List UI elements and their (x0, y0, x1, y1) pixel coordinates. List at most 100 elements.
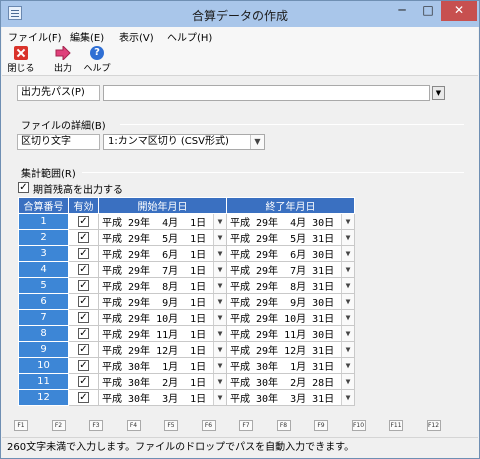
row-number-cell[interactable]: 3 (18, 245, 69, 262)
enabled-checkbox[interactable]: ✓ (78, 263, 89, 275)
chevron-down-icon: ▼ (341, 342, 354, 357)
row-number-cell[interactable]: 11 (18, 373, 69, 390)
window: 合算データの作成 ─ □ ✕ ファイル(F) 編集(E) 表示(V) ヘルプ(H… (0, 0, 480, 459)
end-date-select[interactable]: 平成 29年 8月 31日 ▼ (226, 277, 355, 294)
row-number-cell[interactable]: 8 (18, 325, 69, 342)
end-date-select[interactable]: 平成 30年 3月 31日 ▼ (226, 389, 355, 406)
enabled-cell: ✓ (68, 261, 99, 278)
minimize-button[interactable]: ─ (389, 1, 415, 21)
end-date-select[interactable]: 平成 29年 11月 30日 ▼ (226, 325, 355, 342)
menu-view[interactable]: 表示(V) (119, 29, 154, 44)
start-date-select[interactable]: 平成 29年 9月 1日 ▼ (98, 293, 227, 310)
start-date-select[interactable]: 平成 29年 10月 1日 ▼ (98, 309, 227, 326)
range-table: 合算番号 有効 開始年月日 終了年月日 1 ✓ 平成 29年 4月 1日 ▼ 平成 29… (18, 197, 355, 406)
start-date-select[interactable]: 平成 29年 7月 1日 ▼ (98, 261, 227, 278)
toolbar: 閉じる 出力 ? ヘルプ (2, 44, 478, 76)
fkey-f9[interactable]: F9 (314, 420, 328, 431)
fkey-f7[interactable]: F7 (239, 420, 253, 431)
start-date-select[interactable]: 平成 29年 8月 1日 ▼ (98, 277, 227, 294)
end-date-value: 平成 30年 3月 31日 (230, 394, 335, 405)
table-row: 11 ✓ 平成 30年 2月 1日 ▼ 平成 30年 2月 28日 ▼ (18, 373, 355, 390)
row-number-cell[interactable]: 6 (18, 293, 69, 310)
start-date-value: 平成 29年 5月 1日 (102, 234, 207, 245)
output-path-dropdown-button[interactable]: ▼ (432, 86, 445, 100)
end-date-select[interactable]: 平成 29年 9月 30日 ▼ (226, 293, 355, 310)
enabled-cell: ✓ (68, 309, 99, 326)
fkey-f1[interactable]: F1 (14, 420, 28, 431)
start-date-select[interactable]: 平成 30年 2月 1日 ▼ (98, 373, 227, 390)
enabled-checkbox[interactable]: ✓ (78, 215, 89, 227)
fkey-f10[interactable]: F10 (351, 420, 366, 431)
table-row: 4 ✓ 平成 29年 7月 1日 ▼ 平成 29年 7月 31日 ▼ (18, 261, 355, 278)
enabled-checkbox[interactable]: ✓ (78, 311, 89, 323)
end-date-select[interactable]: 平成 29年 12月 31日 ▼ (226, 341, 355, 358)
chevron-down-icon: ▼ (213, 358, 226, 373)
fkey-f8[interactable]: F8 (276, 420, 291, 431)
enabled-checkbox[interactable]: ✓ (78, 247, 89, 259)
row-number-cell[interactable]: 10 (18, 357, 69, 374)
menu-help[interactable]: ヘルプ(H) (167, 29, 212, 44)
enabled-cell: ✓ (68, 277, 99, 294)
enabled-checkbox[interactable]: ✓ (78, 391, 89, 403)
start-date-select[interactable]: 平成 30年 1月 1日 ▼ (98, 357, 227, 374)
start-date-select[interactable]: 平成 29年 5月 1日 ▼ (98, 229, 227, 246)
enabled-checkbox[interactable]: ✓ (78, 375, 89, 387)
start-date-select[interactable]: 平成 29年 6月 1日 ▼ (98, 245, 227, 262)
enabled-cell: ✓ (68, 373, 99, 390)
end-date-select[interactable]: 平成 29年 10月 31日 ▼ (226, 309, 355, 326)
fkey-f12[interactable]: F12 (426, 420, 441, 431)
end-date-select[interactable]: 平成 30年 1月 31日 ▼ (226, 357, 355, 374)
start-date-select[interactable]: 平成 29年 4月 1日 ▼ (98, 213, 227, 230)
enabled-checkbox[interactable]: ✓ (78, 295, 89, 307)
enabled-cell: ✓ (68, 213, 99, 230)
end-date-select[interactable]: 平成 29年 5月 31日 ▼ (226, 229, 355, 246)
fkey-f11[interactable]: F11 (389, 420, 403, 431)
fkey-f4[interactable]: F4 (126, 420, 141, 431)
enabled-checkbox[interactable]: ✓ (78, 359, 89, 371)
chevron-down-icon: ▼ (213, 278, 226, 293)
fkey-f2[interactable]: F2 (51, 420, 66, 431)
fkey-f3[interactable]: F3 (89, 420, 103, 431)
output-path-input[interactable] (103, 85, 430, 101)
header-number: 合算番号 (18, 197, 69, 214)
enabled-cell: ✓ (68, 389, 99, 406)
enabled-checkbox[interactable]: ✓ (78, 343, 89, 355)
maximize-button[interactable]: □ (415, 1, 441, 21)
close-window-button[interactable]: ✕ (441, 1, 477, 21)
end-date-select[interactable]: 平成 29年 6月 30日 ▼ (226, 245, 355, 262)
chevron-down-icon: ▼ (213, 374, 226, 389)
start-date-select[interactable]: 平成 29年 12月 1日 ▼ (98, 341, 227, 358)
row-number-cell[interactable]: 12 (18, 389, 69, 406)
chevron-down-icon: ▼ (250, 135, 264, 149)
row-number-cell[interactable]: 7 (18, 309, 69, 326)
help-tool-button[interactable]: ? ヘルプ (81, 45, 113, 75)
menu-edit[interactable]: 編集(E) (70, 29, 104, 44)
chevron-down-icon: ▼ (341, 278, 354, 293)
close-tool-button[interactable]: 閉じる (5, 45, 37, 75)
delimiter-select[interactable]: 1:カンマ区切り (CSV形式) ▼ (103, 134, 265, 150)
enabled-cell: ✓ (68, 245, 99, 262)
enabled-checkbox[interactable]: ✓ (78, 279, 89, 291)
row-number-cell[interactable]: 9 (18, 341, 69, 358)
end-date-select[interactable]: 平成 30年 2月 28日 ▼ (226, 373, 355, 390)
start-date-select[interactable]: 平成 30年 3月 1日 ▼ (98, 389, 227, 406)
end-date-select[interactable]: 平成 29年 4月 30日 ▼ (226, 213, 355, 230)
start-date-select[interactable]: 平成 29年 11月 1日 ▼ (98, 325, 227, 342)
enabled-checkbox[interactable]: ✓ (78, 231, 89, 243)
row-number-cell[interactable]: 1 (18, 213, 69, 230)
end-date-select[interactable]: 平成 29年 7月 31日 ▼ (226, 261, 355, 278)
enabled-checkbox[interactable]: ✓ (78, 327, 89, 339)
output-tool-button[interactable]: 出力 (47, 45, 79, 75)
opening-balance-checkbox[interactable]: ✓ (18, 182, 29, 193)
row-number-cell[interactable]: 4 (18, 261, 69, 278)
row-number-cell[interactable]: 2 (18, 229, 69, 246)
table-row: 5 ✓ 平成 29年 8月 1日 ▼ 平成 29年 8月 31日 ▼ (18, 277, 355, 294)
fkey-f5[interactable]: F5 (164, 420, 178, 431)
start-date-value: 平成 29年 7月 1日 (102, 266, 207, 277)
enabled-cell: ✓ (68, 229, 99, 246)
chevron-down-icon: ▼ (341, 326, 354, 341)
table-row: 8 ✓ 平成 29年 11月 1日 ▼ 平成 29年 11月 30日 ▼ (18, 325, 355, 342)
row-number-cell[interactable]: 5 (18, 277, 69, 294)
menu-file[interactable]: ファイル(F) (8, 29, 62, 44)
fkey-f6[interactable]: F6 (201, 420, 216, 431)
